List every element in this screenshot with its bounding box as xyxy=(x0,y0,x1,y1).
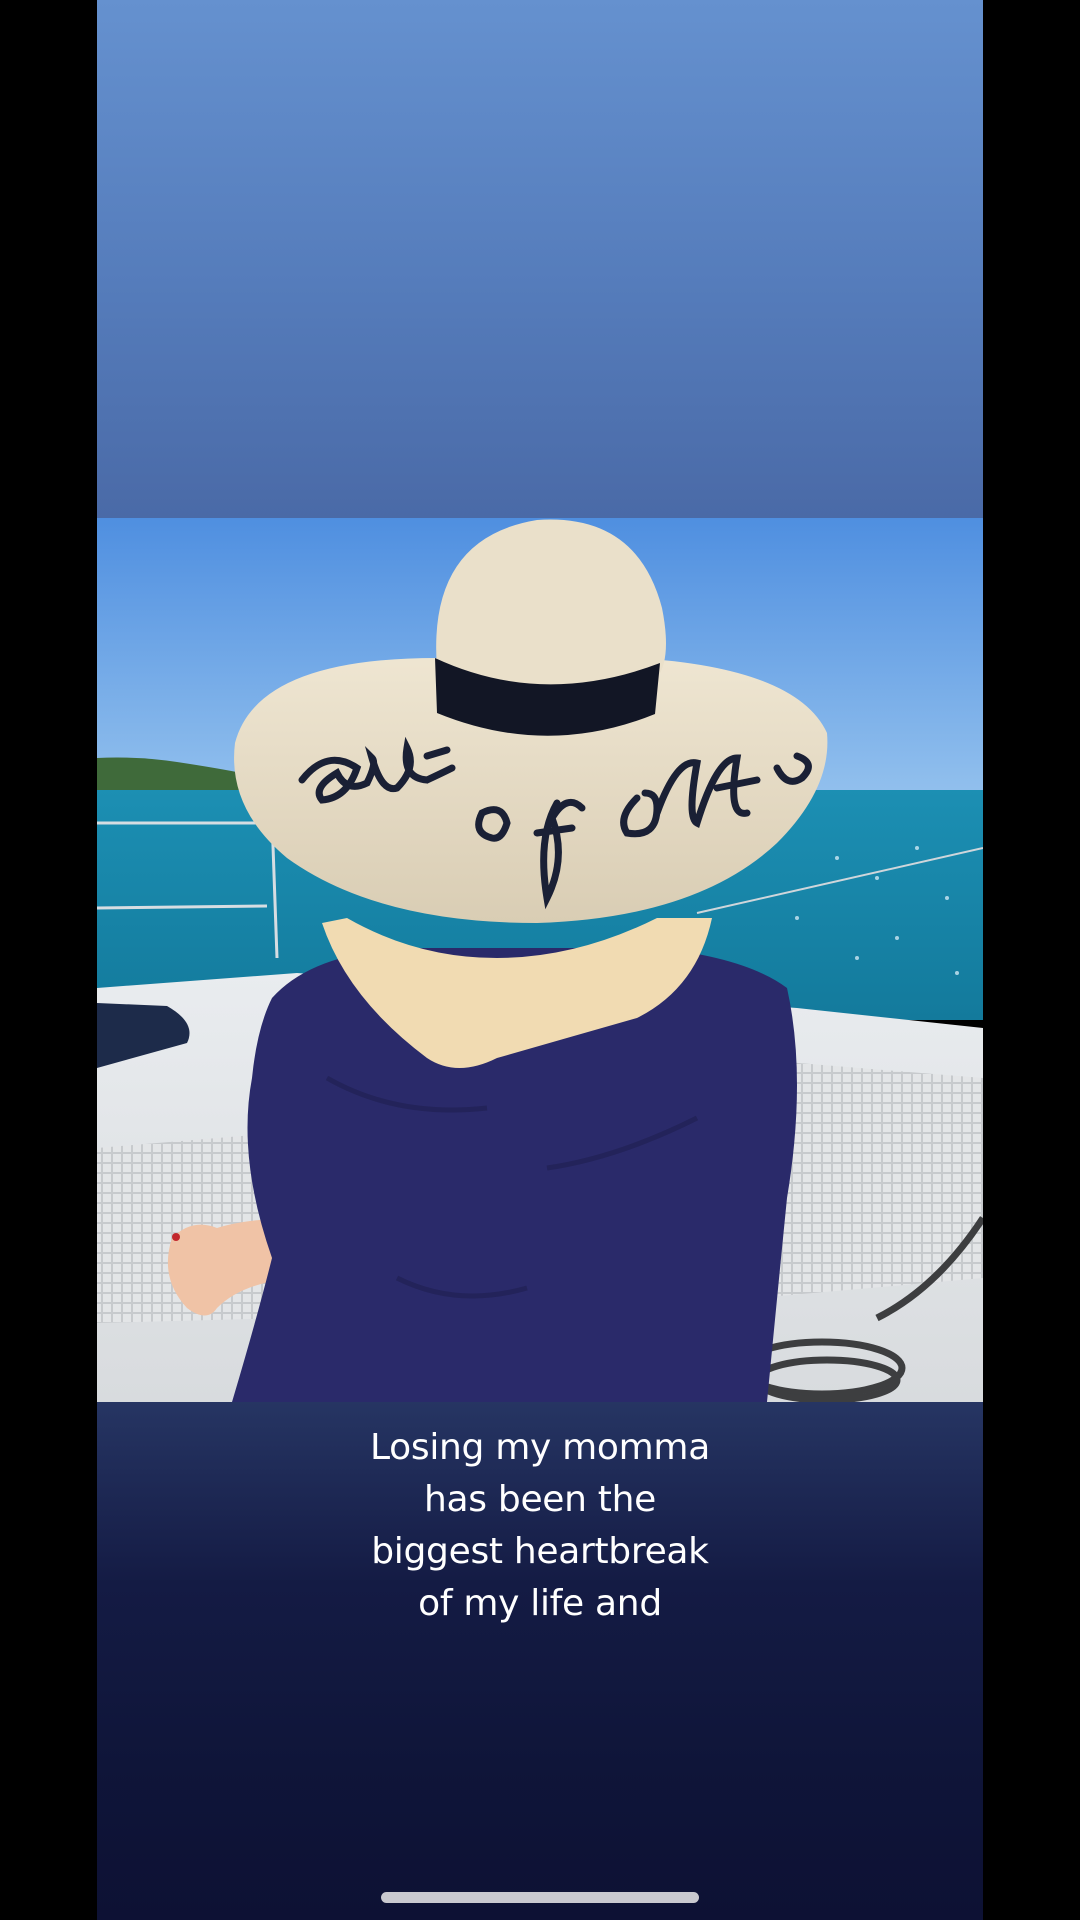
caption-line: of my life and xyxy=(418,1583,662,1624)
caption-line: biggest heartbreak xyxy=(371,1531,709,1572)
caption-line: has been the xyxy=(424,1479,656,1520)
caption-line: Losing my momma xyxy=(370,1427,710,1468)
story-caption: Losing my momma has been the biggest hea… xyxy=(97,1422,983,1630)
home-indicator[interactable] xyxy=(381,1892,699,1903)
painted-toenail xyxy=(172,1233,180,1241)
top-gradient-background xyxy=(97,0,983,518)
story-frame[interactable]: Losing my momma has been the biggest hea… xyxy=(97,0,983,1920)
story-photo xyxy=(97,518,983,1402)
